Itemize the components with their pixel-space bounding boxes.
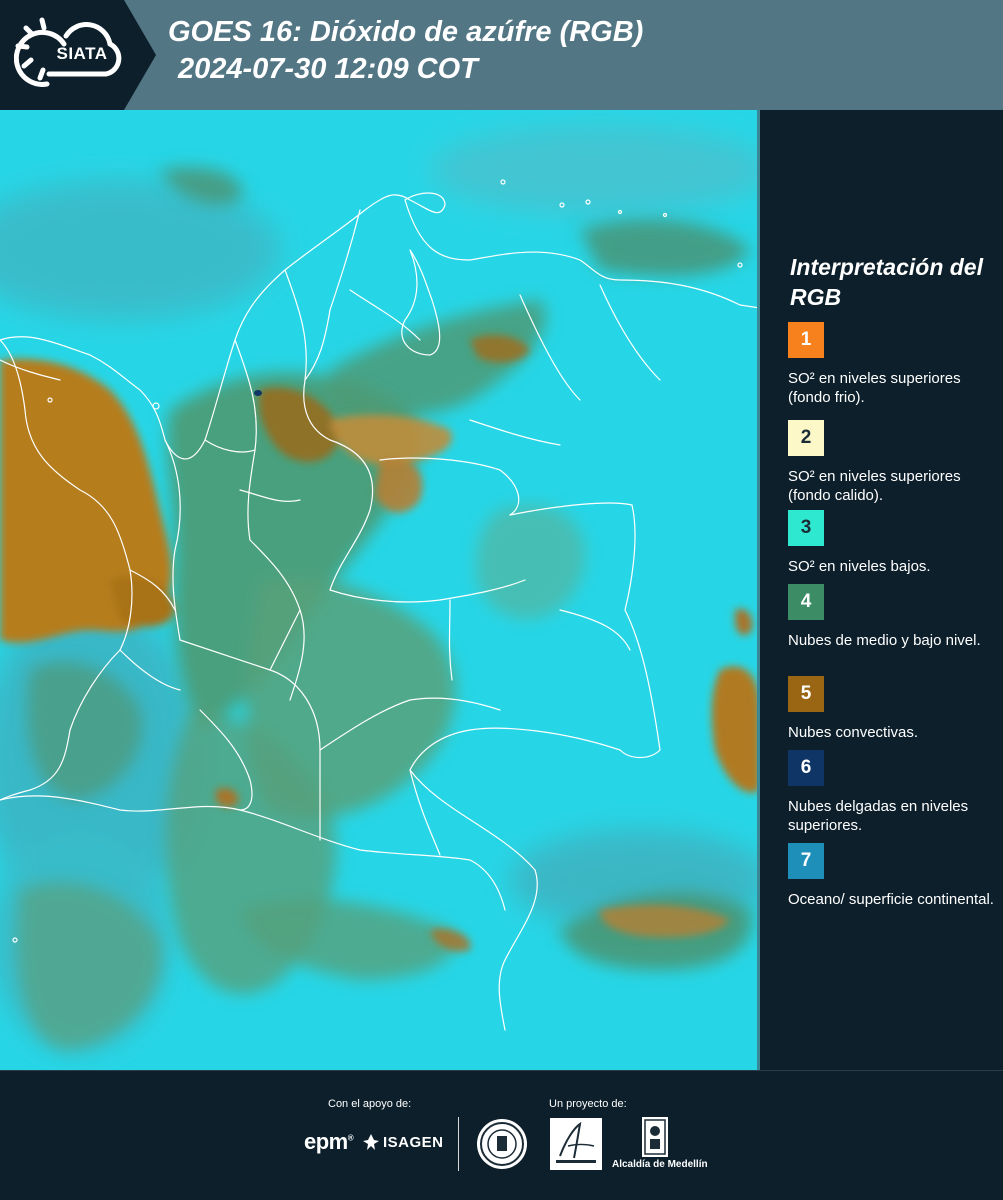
legend-label-3: SO² en niveles bajos. [788, 558, 931, 575]
legend-label-4: Nubes de medio y bajo nivel. [788, 632, 981, 649]
title-timestamp: 2024-07-30 12:09 COT [178, 53, 478, 85]
legend-item-5: 5 Nubes convectivas. [788, 676, 998, 742]
footer-divider [458, 1117, 459, 1171]
legend-swatch-1: 1 [788, 322, 824, 358]
legend-swatch-3: 3 [788, 510, 824, 546]
reservoir-mark [254, 390, 262, 396]
legend-swatch-4: 4 [788, 584, 824, 620]
epm-logo: epm® [304, 1129, 354, 1154]
legend-label-6: Nubes delgadas en niveles superiores. [788, 798, 969, 834]
footer-bar: Con el apoyo de: Un proyecto de: epm® IS… [0, 1070, 1003, 1200]
legend-title: Interpretación del RGB [790, 254, 983, 310]
area-metropolitana-logo-icon [550, 1118, 602, 1170]
alcaldia-shield-icon [642, 1117, 668, 1157]
legend-label-5: Nubes convectivas. [788, 724, 919, 741]
siata-logo-text: SIATA [56, 44, 108, 63]
epm-logo-text: epm [304, 1129, 348, 1154]
legend-label-7: Oceano/ superficie continental. [788, 891, 994, 908]
legend-item-4: 4 Nubes de medio y bajo nivel. [788, 584, 998, 650]
legend-item-3: 3 SO² en niveles bajos. [788, 510, 998, 576]
legend-label-2: SO² en niveles superiores (fondo calido)… [788, 468, 961, 504]
legend-item-2: 2 SO² en niveles superiores (fondo calid… [788, 420, 998, 505]
legend-panel: Interpretación del RGB 1 SO² en niveles … [760, 110, 1003, 1070]
area-metropolitana-mark-icon [556, 1121, 596, 1163]
legend-item-1: 1 SO² en niveles superiores (fondo frio)… [788, 322, 998, 407]
legend-swatch-5: 5 [788, 676, 824, 712]
isagen-mark-icon [363, 1134, 379, 1150]
support-label: Con el apoyo de: [328, 1098, 412, 1110]
legend-item-7: 7 Oceano/ superficie continental. [788, 843, 998, 909]
legend-swatch-7: 7 [788, 843, 824, 879]
satellite-map[interactable] [0, 110, 760, 1070]
isagen-logo-text: ISAGEN [383, 1133, 444, 1151]
title-product: GOES 16: Dióxido de azúfre (RGB) [168, 16, 644, 48]
legend-label-1: SO² en niveles superiores (fondo frio). [788, 370, 961, 406]
page-title: GOES 16: Dióxido de azúfre (RGB) 2024-07… [168, 14, 643, 88]
alcaldia-crest-icon [644, 1119, 666, 1155]
alcaldia-logo-text: Alcaldía de Medellín [612, 1159, 708, 1170]
logo-panel: SIATA [0, 0, 156, 110]
isagen-logo: ISAGEN [362, 1133, 444, 1151]
legend-item-6: 6 Nubes delgadas en niveles superiores. [788, 750, 998, 835]
satellite-imagery [0, 110, 760, 1070]
legend-swatch-6: 6 [788, 750, 824, 786]
legend-swatch-2: 2 [788, 420, 824, 456]
project-label: Un proyecto de: [549, 1098, 627, 1110]
seal-emblem-icon [480, 1122, 524, 1166]
header-bar: SIATA GOES 16: Dióxido de azúfre (RGB) 2… [0, 0, 1003, 110]
university-seal-icon [477, 1119, 527, 1169]
